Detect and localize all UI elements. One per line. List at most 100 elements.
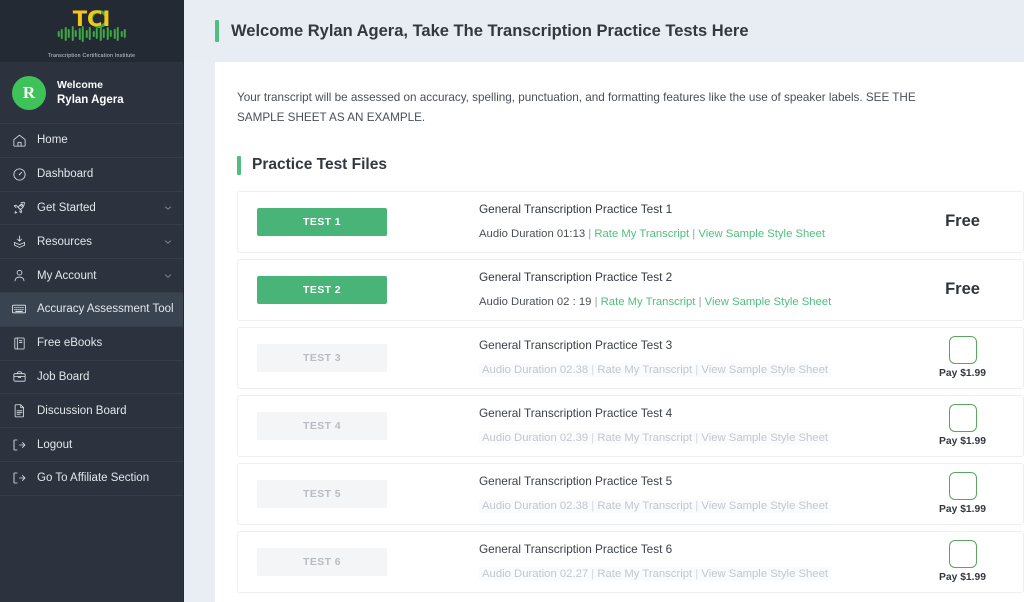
practice-test-list: TEST 1 General Transcription Practice Tes… bbox=[215, 175, 1024, 593]
chevron-down-icon[interactable] bbox=[163, 271, 173, 281]
sidebar-item-logout[interactable]: Logout bbox=[0, 428, 183, 462]
test-meta: Audio Duration 01:13 | Rate My Transcrip… bbox=[479, 228, 825, 240]
sidebar-item-free-ebooks[interactable]: Free eBooks bbox=[0, 327, 183, 361]
rate-my-transcript-link[interactable]: Rate My Transcript bbox=[594, 228, 689, 240]
sidebar-item-label: Discussion Board bbox=[37, 404, 127, 417]
audio-duration: Audio Duration 02 : 19 bbox=[479, 295, 592, 308]
home-icon bbox=[11, 132, 27, 148]
rocket-icon bbox=[11, 200, 27, 216]
test-price-cell: Pay $1.99 bbox=[908, 404, 1023, 447]
test-meta-row: Audio Duration 02.38 | Rate My Transcrip… bbox=[479, 360, 908, 378]
logo-mark: TCI bbox=[38, 8, 146, 52]
page-header: Welcome Rylan Agera, Take The Transcript… bbox=[184, 0, 1024, 62]
test-button-cell: TEST 3 bbox=[257, 343, 479, 372]
rate-my-transcript-link: Rate My Transcript bbox=[597, 363, 693, 376]
test-button-cell: TEST 5 bbox=[257, 479, 479, 508]
test-info-cell: General Transcription Practice Test 5 Aud… bbox=[479, 474, 908, 514]
sidebar-item-go-to-affiliate-section[interactable]: Go To Affiliate Section bbox=[0, 462, 183, 496]
page-title: Welcome Rylan Agera, Take The Transcript… bbox=[231, 21, 749, 40]
meta-separator: | bbox=[588, 227, 592, 240]
chevron-down-icon[interactable] bbox=[163, 203, 173, 213]
sidebar-item-accuracy-assessment-tool[interactable]: Accuracy Assessment Tool bbox=[0, 292, 183, 327]
test-name: General Transcription Practice Test 6 bbox=[479, 541, 673, 556]
meta-separator: | bbox=[695, 499, 699, 512]
test-start-button[interactable]: TEST 1 bbox=[257, 207, 387, 236]
test-row: TEST 3 General Transcription Practice Tes… bbox=[237, 326, 1024, 389]
sidebar-item-job-board[interactable]: Job Board bbox=[0, 361, 183, 395]
brand-logo[interactable]: TCI Transcription Certification Institut… bbox=[0, 0, 183, 62]
pay-price-label: Pay $1.99 bbox=[939, 436, 986, 448]
book-icon bbox=[11, 335, 27, 351]
test-price-cell: Pay $1.99 bbox=[908, 472, 1023, 515]
view-sample-style-sheet-link: View Sample Style Sheet bbox=[701, 431, 829, 444]
test-info-cell: General Transcription Practice Test 3 Aud… bbox=[479, 338, 908, 378]
pay-checkbox[interactable] bbox=[948, 472, 977, 501]
sidebar-item-discussion-board[interactable]: Discussion Board bbox=[0, 394, 183, 429]
rate-my-transcript-link: Rate My Transcript bbox=[597, 499, 693, 512]
view-sample-style-sheet-link[interactable]: View Sample Style Sheet bbox=[698, 228, 825, 240]
meta-separator: | bbox=[695, 363, 699, 376]
test-start-button[interactable]: TEST 2 bbox=[257, 275, 387, 304]
test-price-cell: Pay $1.99 bbox=[908, 540, 1023, 583]
intro-text: Your transcript will be assessed on accu… bbox=[237, 91, 916, 125]
meta-separator: | bbox=[692, 227, 696, 240]
sidebar-item-label: Logout bbox=[37, 438, 73, 451]
test-info-cell: General Transcription Practice Test 4 Aud… bbox=[479, 406, 908, 446]
test-info-cell: General Transcription Practice Test 1 Aud… bbox=[479, 202, 908, 242]
pay-price-label: Pay $1.99 bbox=[939, 368, 986, 380]
sidebar-item-my-account[interactable]: My Account bbox=[0, 259, 183, 293]
header-accent-bar bbox=[215, 20, 219, 42]
sidebar-item-resources[interactable]: Resources bbox=[0, 225, 183, 260]
pay-price-label: Pay $1.99 bbox=[939, 572, 986, 584]
pay-checkbox[interactable] bbox=[948, 404, 977, 433]
sidebar-item-label: Go To Affiliate Section bbox=[37, 472, 150, 485]
avatar: R bbox=[12, 75, 46, 110]
view-sample-style-sheet-link[interactable]: View Sample Style Sheet bbox=[705, 296, 832, 308]
test-row: TEST 2 General Transcription Practice Tes… bbox=[237, 258, 1024, 321]
rate-my-transcript-link: Rate My Transcript bbox=[597, 567, 693, 580]
test-meta-row: Audio Duration 01:13 | Rate My Transcrip… bbox=[479, 224, 908, 242]
test-name: General Transcription Practice Test 1 bbox=[479, 201, 673, 216]
sidebar-item-label: Dashboard bbox=[37, 168, 94, 181]
test-name: General Transcription Practice Test 3 bbox=[479, 337, 673, 352]
test-name: General Transcription Practice Test 5 bbox=[479, 473, 673, 488]
rate-my-transcript-link: Rate My Transcript bbox=[597, 431, 693, 444]
user-name: Rylan Agera bbox=[57, 94, 124, 106]
audio-duration: Audio Duration 02.38 bbox=[482, 363, 589, 376]
price-label: Free bbox=[945, 280, 980, 299]
test-start-button: TEST 4 bbox=[257, 411, 387, 440]
pay-checkbox[interactable] bbox=[948, 336, 977, 365]
rate-my-transcript-link[interactable]: Rate My Transcript bbox=[601, 296, 696, 308]
test-start-button: TEST 3 bbox=[257, 343, 387, 372]
test-row: TEST 5 General Transcription Practice Tes… bbox=[237, 462, 1024, 525]
sidebar-item-label: Get Started bbox=[37, 201, 96, 214]
meta-separator: | bbox=[591, 363, 595, 376]
meta-separator: | bbox=[591, 567, 595, 580]
test-meta-row: Audio Duration 02 : 19 | Rate My Transcr… bbox=[479, 292, 908, 310]
sidebar-item-home[interactable]: Home bbox=[0, 124, 183, 158]
test-meta-row: Audio Duration 02.38 | Rate My Transcrip… bbox=[479, 496, 908, 514]
test-button-cell: TEST 4 bbox=[257, 411, 479, 440]
audio-duration: Audio Duration 02.39 bbox=[482, 431, 589, 444]
view-sample-style-sheet-link: View Sample Style Sheet bbox=[701, 567, 829, 580]
main-area: Welcome Rylan Agera, Take The Transcript… bbox=[184, 0, 1024, 602]
gauge-icon bbox=[11, 166, 27, 182]
document-icon bbox=[11, 403, 27, 419]
audio-duration: Audio Duration 02.27 bbox=[482, 567, 589, 580]
meta-separator: | bbox=[695, 431, 699, 444]
test-meta: Audio Duration 02.38 | Rate My Transcrip… bbox=[479, 362, 832, 377]
test-button-cell: TEST 6 bbox=[257, 547, 479, 576]
test-button-cell: TEST 2 bbox=[257, 275, 479, 304]
chevron-down-icon[interactable] bbox=[163, 237, 173, 247]
pay-checkbox[interactable] bbox=[948, 540, 977, 569]
sidebar-item-dashboard[interactable]: Dashboard bbox=[0, 158, 183, 192]
sidebar: TCI Transcription Certification Institut… bbox=[0, 0, 184, 602]
welcome-label: Welcome bbox=[57, 79, 103, 91]
test-meta: Audio Duration 02 : 19 | Rate My Transcr… bbox=[479, 296, 831, 308]
logout-icon bbox=[11, 470, 27, 486]
meta-separator: | bbox=[695, 567, 699, 580]
user-profile[interactable]: R Welcome Rylan Agera bbox=[0, 62, 183, 124]
sidebar-item-label: Home bbox=[37, 134, 68, 147]
sidebar-item-get-started[interactable]: Get Started bbox=[0, 192, 183, 226]
sidebar-item-label: Free eBooks bbox=[37, 337, 103, 350]
